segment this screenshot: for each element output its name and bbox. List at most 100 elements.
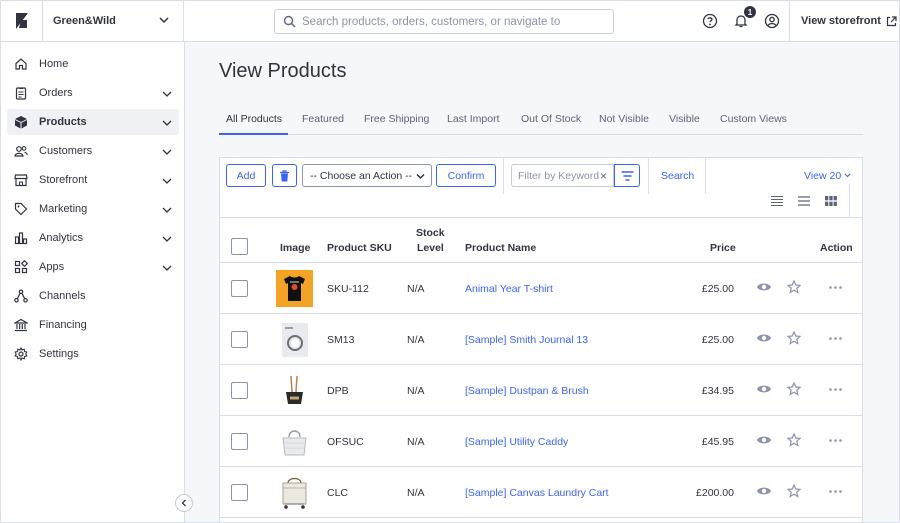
sidebar-item-orders[interactable]: Orders (7, 80, 179, 106)
table-row: CLC N/A [Sample] Canvas Laundry Cart £20… (220, 467, 862, 518)
product-name-link[interactable]: [Sample] Utility Caddy (465, 436, 568, 448)
tab-featured[interactable]: Featured (302, 113, 344, 125)
tab-custom-views[interactable]: Custom Views (720, 113, 787, 125)
sidebar-item-settings[interactable]: Settings (7, 341, 179, 367)
tab-last-import[interactable]: Last Import (447, 113, 500, 125)
gear-icon (14, 347, 28, 361)
product-thumbnail-journal[interactable] (276, 321, 313, 358)
sidebar-item-apps[interactable]: Apps (7, 254, 179, 280)
eye-icon[interactable] (756, 332, 772, 344)
column-product-name[interactable]: Product Name (465, 242, 536, 254)
customers-icon (14, 144, 28, 158)
eye-icon[interactable] (756, 383, 772, 395)
row-checkbox[interactable] (231, 382, 248, 399)
more-options-icon[interactable] (829, 388, 842, 391)
product-name-link[interactable]: [Sample] Dustpan & Brush (465, 385, 589, 397)
bank-icon (14, 318, 28, 332)
caddy-image (282, 430, 307, 456)
sidebar-item-label: Storefront (39, 174, 88, 186)
filter-icon (621, 170, 633, 181)
search-button[interactable]: Search (661, 170, 694, 182)
star-icon[interactable] (787, 433, 801, 447)
row-checkbox[interactable] (231, 280, 248, 297)
channels-icon (14, 289, 28, 303)
bigcommerce-logo[interactable] (1, 1, 42, 41)
view-count-select[interactable]: View 20 (804, 170, 851, 182)
delete-button[interactable] (272, 164, 297, 187)
stock-level: N/A (407, 436, 425, 448)
list-view-icon[interactable] (797, 195, 811, 207)
eye-icon[interactable] (756, 281, 772, 293)
column-sku[interactable]: Product SKU (327, 242, 392, 254)
eye-icon[interactable] (756, 434, 772, 446)
search-icon (283, 15, 296, 28)
help-icon[interactable] (702, 13, 718, 29)
grid-view-icon[interactable] (824, 195, 838, 207)
tab-out-of-stock[interactable]: Out Of Stock (521, 113, 581, 125)
view-storefront-link[interactable]: View storefront (789, 1, 899, 41)
confirm-button[interactable]: Confirm (436, 164, 496, 187)
sidebar-item-label: Channels (39, 290, 86, 302)
logo-icon (15, 13, 28, 29)
product-thumbnail-dustpan[interactable] (276, 372, 313, 409)
row-checkbox[interactable] (231, 331, 248, 348)
sidebar-item-label: Settings (39, 348, 79, 360)
star-icon[interactable] (787, 331, 801, 345)
chevron-down-icon (162, 120, 172, 126)
select-all-checkbox[interactable] (231, 238, 248, 255)
sidebar-item-channels[interactable]: Channels (7, 283, 179, 309)
sidebar-item-analytics[interactable]: Analytics (7, 225, 179, 251)
chevron-down-icon (162, 265, 172, 271)
product-name-link[interactable]: [Sample] Smith Journal 13 (465, 334, 588, 346)
tab-all-products[interactable]: All Products (226, 113, 282, 125)
sidebar-item-financing[interactable]: Financing (7, 312, 179, 338)
global-search-input[interactable]: Search products, orders, customers, or n… (274, 9, 614, 34)
star-icon[interactable] (787, 484, 801, 498)
more-options-icon[interactable] (829, 490, 842, 493)
chevron-down-icon (162, 178, 172, 184)
row-checkbox[interactable] (231, 433, 248, 450)
column-price[interactable]: Price (710, 242, 736, 254)
stock-level: N/A (407, 385, 425, 397)
keyword-filter-input[interactable]: Filter by Keyword × (511, 164, 614, 187)
row-checkbox[interactable] (231, 484, 248, 501)
storefront-icon (14, 173, 28, 187)
sidebar-item-customers[interactable]: Customers (7, 138, 179, 164)
product-name-link[interactable]: Animal Year T-shirt (465, 283, 553, 295)
eye-icon[interactable] (756, 485, 772, 497)
stock-level: N/A (407, 487, 425, 499)
sidebar-item-products[interactable]: Products (7, 109, 179, 135)
store-switcher[interactable]: Green&Wild (42, 1, 184, 41)
chevron-down-icon (844, 173, 851, 178)
filter-options-button[interactable] (614, 164, 640, 187)
product-thumbnail-cart[interactable] (276, 474, 313, 511)
column-stock[interactable]: Stock (416, 227, 445, 239)
product-thumbnail-caddy[interactable] (276, 423, 313, 460)
app-frame: Green&Wild Search products, orders, cust… (0, 0, 900, 523)
tab-free-shipping[interactable]: Free Shipping (364, 113, 429, 125)
bulk-action-select[interactable]: -- Choose an Action -- (302, 164, 432, 187)
add-product-button[interactable]: Add (226, 164, 266, 187)
clear-filter-icon[interactable]: × (600, 169, 607, 183)
sidebar-collapse-button[interactable] (175, 494, 193, 512)
product-sku: SKU-112 (327, 283, 369, 295)
sidebar-nav: Home Orders Products Customers Storefron… (1, 42, 185, 522)
more-options-icon[interactable] (829, 337, 842, 340)
sidebar-item-home[interactable]: Home (7, 51, 179, 77)
sidebar-item-storefront[interactable]: Storefront (7, 167, 179, 193)
list-view-compact-icon[interactable] (770, 195, 784, 207)
more-options-icon[interactable] (829, 286, 842, 289)
account-icon[interactable] (764, 13, 780, 29)
laundry-cart-image (282, 477, 307, 509)
star-icon[interactable] (787, 280, 801, 294)
star-icon[interactable] (787, 382, 801, 396)
tab-not-visible[interactable]: Not Visible (599, 113, 649, 125)
more-options-icon[interactable] (829, 439, 842, 442)
product-thumbnail-tshirt[interactable] (276, 270, 313, 307)
chevron-down-icon (162, 149, 172, 155)
product-name-link[interactable]: [Sample] Canvas Laundry Cart (465, 487, 609, 499)
column-stock-level: Level (417, 242, 444, 254)
tab-visible[interactable]: Visible (669, 113, 700, 125)
product-price: £25.00 (701, 283, 734, 295)
sidebar-item-marketing[interactable]: Marketing (7, 196, 179, 222)
